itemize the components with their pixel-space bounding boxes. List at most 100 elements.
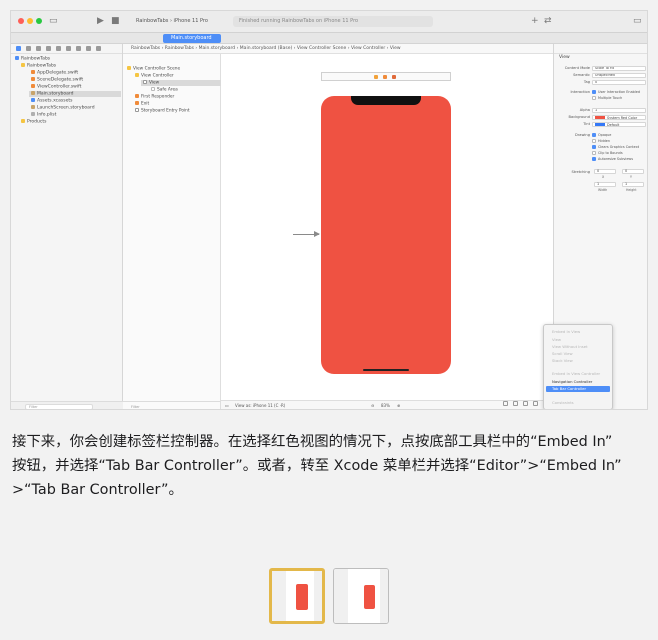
add-constraints-button[interactable]	[533, 401, 538, 406]
semantic-select[interactable]: Unspecified	[592, 72, 646, 78]
outline-item-entry-point[interactable]: Storyboard Entry Point	[135, 108, 190, 114]
entry-point-arrow-icon[interactable]	[293, 231, 320, 237]
swift-file-icon	[31, 77, 35, 81]
home-indicator	[363, 369, 409, 371]
nav-item-infoplist[interactable]: Info.plist	[31, 112, 56, 118]
view-controller-icon[interactable]	[374, 75, 378, 79]
menu-item-navigation-controller[interactable]: Navigation Controller	[546, 379, 610, 385]
add-icon[interactable]: +	[531, 15, 539, 27]
outline-item-exit[interactable]: Exit	[135, 101, 149, 107]
first-responder-icon[interactable]	[383, 75, 387, 79]
assets-icon	[31, 98, 35, 102]
stretching-height-field[interactable]: 1	[622, 182, 644, 187]
exit-icon[interactable]	[392, 75, 396, 79]
outline-item-view[interactable]: View	[141, 80, 221, 86]
nav-item-project[interactable]: RainbowTabs	[15, 56, 50, 62]
scheme-selector[interactable]: RainbowTabs › iPhone 11 Pro	[136, 16, 208, 26]
report-icon[interactable]	[96, 46, 101, 51]
stretching-width-field[interactable]: 1	[594, 182, 616, 187]
search-icon[interactable]	[46, 46, 51, 51]
zoom-window-button[interactable]	[36, 18, 42, 24]
embed-in-menu: Embed In View View View Without Inset Sc…	[543, 324, 613, 409]
clears-graphics-checkbox[interactable]	[592, 145, 596, 149]
zoom-level[interactable]: 83%	[381, 401, 390, 409]
content-mode-select[interactable]: Scale To Fill	[592, 65, 646, 71]
outline-filter-input[interactable]: Filter	[123, 401, 221, 409]
storyboard-icon	[31, 105, 35, 109]
nav-item-launchscreen[interactable]: LaunchScreen.storyboard	[31, 105, 95, 111]
storyboard-canvas[interactable]: ▭ View as: iPhone 11 (C ·R) ⊖ 83% ⊕	[221, 54, 553, 409]
navigator-filter-input[interactable]: Filter	[25, 404, 93, 409]
zoom-out-icon[interactable]: ⊖	[371, 401, 374, 409]
outline-item-first-responder[interactable]: First Responder	[135, 94, 174, 100]
clip-bounds-checkbox[interactable]	[592, 151, 596, 155]
red-view[interactable]	[321, 96, 451, 374]
test-icon[interactable]	[66, 46, 71, 51]
stretching-x-field[interactable]: 0	[594, 169, 616, 174]
tab-main-storyboard[interactable]: Main.storyboard	[163, 34, 221, 43]
inspector-header: View	[559, 55, 570, 60]
nav-item-scenedelegate[interactable]: SceneDelegate.swift	[31, 77, 83, 83]
menu-item-constraints[interactable]: Constraints	[546, 400, 610, 406]
swift-file-icon	[31, 84, 35, 88]
menu-item-view[interactable]: View	[546, 337, 610, 343]
nav-item-folder[interactable]: RainbowTabs	[21, 63, 56, 69]
blue-swatch	[595, 122, 605, 126]
alpha-field[interactable]: 1	[592, 107, 646, 113]
menu-item-tab-bar-controller[interactable]: Tab Bar Controller	[546, 386, 610, 392]
mini-navigator	[334, 569, 348, 623]
mini-red-view	[296, 584, 308, 610]
tag-field[interactable]: 0	[592, 79, 646, 85]
embed-in-button[interactable]	[513, 401, 518, 406]
user-interaction-checkbox[interactable]	[592, 90, 596, 94]
menu-item-view-without-inset[interactable]: View Without Inset	[546, 344, 610, 350]
stop-icon[interactable]: ■	[111, 15, 120, 27]
autoresize-checkbox[interactable]	[592, 157, 596, 161]
safe-area-icon	[151, 87, 155, 91]
multiple-touch-checkbox[interactable]	[592, 96, 596, 100]
code-review-icon[interactable]: ⇄	[544, 15, 552, 27]
hidden-checkbox[interactable]	[592, 139, 596, 143]
thumbnail-step-2[interactable]	[333, 568, 389, 624]
nav-item-main-storyboard[interactable]: Main.storyboard	[29, 91, 121, 97]
view-as-button[interactable]: View as: iPhone 11 (C ·R)	[235, 401, 285, 409]
multiple-touch-row: Multiple Touch	[554, 95, 647, 101]
run-icon[interactable]: ▶	[97, 15, 104, 27]
menu-header: Embed In View	[552, 329, 581, 334]
close-window-button[interactable]	[18, 18, 24, 24]
source-control-icon[interactable]	[26, 46, 31, 51]
first-responder-icon	[135, 94, 139, 98]
view-controller-icon	[135, 73, 139, 77]
debug-icon[interactable]	[76, 46, 81, 51]
menu-item-stack-view[interactable]: Stack View	[546, 358, 610, 364]
symbol-icon[interactable]	[36, 46, 41, 51]
minimize-window-button[interactable]	[27, 18, 33, 24]
nav-item-appdelegate[interactable]: AppDelegate.swift	[31, 70, 78, 76]
opaque-checkbox[interactable]	[592, 133, 596, 137]
issue-icon[interactable]	[56, 46, 61, 51]
mini-navigator	[272, 571, 286, 621]
thumbnail-step-1[interactable]	[269, 568, 325, 624]
update-frames-button[interactable]	[503, 401, 508, 406]
outline-item-safe-area[interactable]: Safe Area	[151, 87, 178, 93]
menu-item-scroll-view[interactable]: Scroll View	[546, 351, 610, 357]
folder-icon[interactable]	[16, 46, 21, 51]
outline-item-scene[interactable]: View Controller Scene	[127, 66, 180, 72]
align-button[interactable]	[523, 401, 528, 406]
jump-bar[interactable]: RainbowTabs › RainbowTabs › Main.storybo…	[123, 44, 553, 54]
tint-color-select[interactable]: Default	[592, 121, 646, 127]
inspector-toggle-icon[interactable]: ▭	[633, 15, 642, 27]
mini-inspector	[314, 571, 322, 621]
breakpoint-icon[interactable]	[86, 46, 91, 51]
nav-item-products[interactable]: Products	[21, 119, 46, 125]
nav-item-assets[interactable]: Assets.xcassets	[31, 98, 72, 104]
zoom-in-icon[interactable]: ⊕	[397, 401, 400, 409]
nav-item-viewcontroller[interactable]: ViewController.swift	[31, 84, 81, 90]
background-color-select[interactable]: System Red Color	[592, 114, 646, 120]
navigator-toolbar	[11, 44, 122, 54]
outline-item-view-controller[interactable]: View Controller	[135, 73, 174, 79]
activity-viewer: Finished running RainbowTabs on iPhone 1…	[233, 16, 433, 27]
sidebar-toggle-icon[interactable]: ▭	[49, 15, 58, 27]
sidebar-toggle-icon[interactable]: ▭	[225, 401, 229, 409]
stretching-y-field[interactable]: 0	[622, 169, 644, 174]
